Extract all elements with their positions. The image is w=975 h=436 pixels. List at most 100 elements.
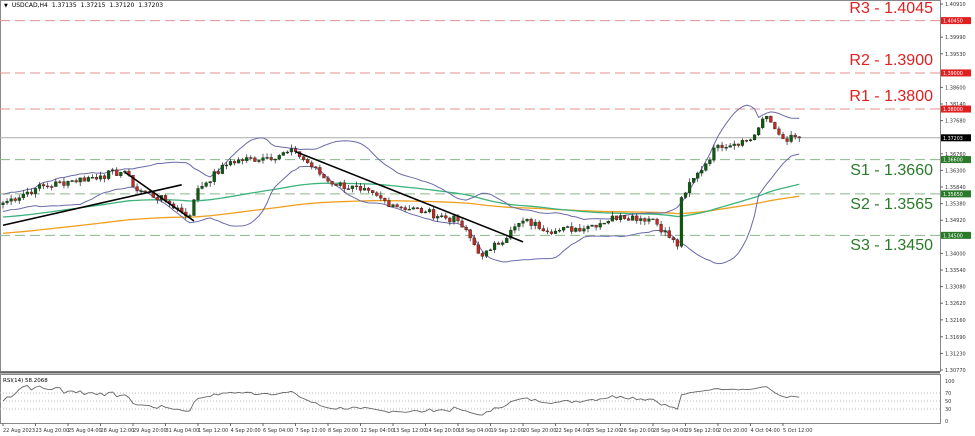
candle	[58, 181, 62, 183]
candle	[501, 242, 505, 245]
candle	[115, 169, 119, 176]
candle	[643, 218, 647, 222]
candle	[671, 237, 675, 240]
candle	[440, 215, 444, 217]
candle	[732, 143, 736, 146]
x-tick-label: 14 Sep 20:00	[426, 428, 459, 434]
candle	[744, 140, 749, 142]
candle	[241, 159, 245, 161]
candle	[139, 190, 143, 193]
price-chart[interactable]: 1.409101.399901.395301.386001.381401.376…	[0, 0, 975, 436]
x-tick-label: 29 Sep 12:00	[686, 428, 719, 434]
candle	[553, 230, 558, 234]
y-tick-label: 1.33540	[945, 268, 966, 274]
candle	[712, 147, 716, 161]
candle	[326, 177, 330, 182]
candle	[208, 181, 212, 184]
candle	[155, 197, 159, 201]
candle	[497, 242, 501, 245]
rsi-tick-label: 50	[945, 399, 951, 405]
candle	[675, 239, 679, 247]
x-tick-label: 31 Aug 04:00	[166, 428, 200, 434]
candle	[505, 237, 509, 243]
y-tick-label: 1.31690	[945, 335, 966, 341]
candle	[570, 226, 574, 232]
y-tick-label: 1.32160	[945, 318, 966, 324]
candle	[679, 197, 684, 247]
candle	[82, 177, 86, 182]
candle	[220, 164, 224, 174]
x-tick-label: 1 Sep 12:00	[198, 428, 228, 434]
candle	[700, 170, 704, 174]
candle	[212, 171, 216, 182]
candle	[488, 249, 493, 252]
candle	[403, 207, 407, 210]
candle	[367, 188, 371, 191]
x-tick-label: 5 Oct 12:00	[783, 428, 812, 434]
candle	[419, 208, 424, 214]
candle	[777, 128, 781, 135]
y-tick-label: 1.39530	[945, 52, 966, 58]
y-tick-label: 1.33080	[945, 285, 966, 291]
candle	[338, 182, 342, 186]
candle	[362, 188, 367, 191]
candle	[277, 155, 281, 160]
candle	[371, 190, 375, 194]
y-tick-label: 1.39990	[945, 35, 966, 41]
x-tick-label: 18 Sep 04:00	[458, 428, 491, 434]
x-tick-label: 4 Sep 20:00	[231, 428, 261, 434]
candle	[5, 200, 9, 204]
x-tick-label: 23 Aug 20:00	[36, 428, 70, 434]
candle	[17, 197, 21, 201]
candle	[460, 220, 464, 228]
candle	[651, 218, 655, 221]
rsi-label: RSI(14) 58.2068	[3, 378, 48, 384]
candle	[687, 182, 692, 194]
candle	[728, 145, 732, 148]
candle	[639, 218, 643, 221]
y-tick-label: 1.34920	[945, 218, 966, 224]
candle	[245, 157, 249, 161]
candle	[484, 250, 489, 257]
candle	[529, 219, 533, 226]
candle	[54, 181, 58, 187]
current-price-text: 1.37203	[943, 136, 963, 142]
candle	[627, 218, 631, 221]
x-tick-label: 19 Sep 12:00	[491, 428, 524, 434]
candle	[562, 227, 566, 231]
x-tick-label: 25 Sep 12:00	[588, 428, 621, 434]
candle	[785, 138, 789, 142]
y-tick-label: 1.32620	[945, 301, 966, 307]
candle	[513, 226, 517, 231]
candle	[773, 122, 777, 130]
price-panel-frame	[0, 0, 941, 372]
candle	[273, 158, 277, 161]
candle	[232, 161, 237, 164]
candle	[62, 181, 66, 186]
x-tick-label: 13 Sep 12:00	[393, 428, 426, 434]
candle	[622, 215, 627, 219]
candle	[761, 118, 765, 128]
candle	[448, 217, 452, 223]
level-label-s2: S2 - 1.3565	[850, 195, 933, 213]
candle	[578, 227, 582, 232]
level-label-s3: S3 - 1.3450	[850, 237, 933, 255]
candle	[228, 161, 233, 166]
x-tick-label: 22 Aug 2023	[3, 428, 35, 434]
level-label-s1: S1 - 1.3660	[850, 161, 933, 179]
candle	[708, 159, 712, 164]
candle	[70, 180, 74, 182]
candle	[322, 174, 326, 179]
candle	[13, 198, 17, 201]
candle	[769, 116, 773, 123]
candle	[427, 209, 432, 213]
y-tick-label: 1.36300	[945, 168, 966, 174]
candle	[314, 166, 318, 169]
candle	[667, 230, 671, 238]
candle	[602, 222, 606, 225]
rsi-tick-label: 100	[945, 379, 955, 385]
candle	[655, 218, 659, 225]
candle	[647, 218, 651, 222]
candle	[757, 127, 761, 136]
rsi-tick-label: 0	[945, 419, 948, 425]
